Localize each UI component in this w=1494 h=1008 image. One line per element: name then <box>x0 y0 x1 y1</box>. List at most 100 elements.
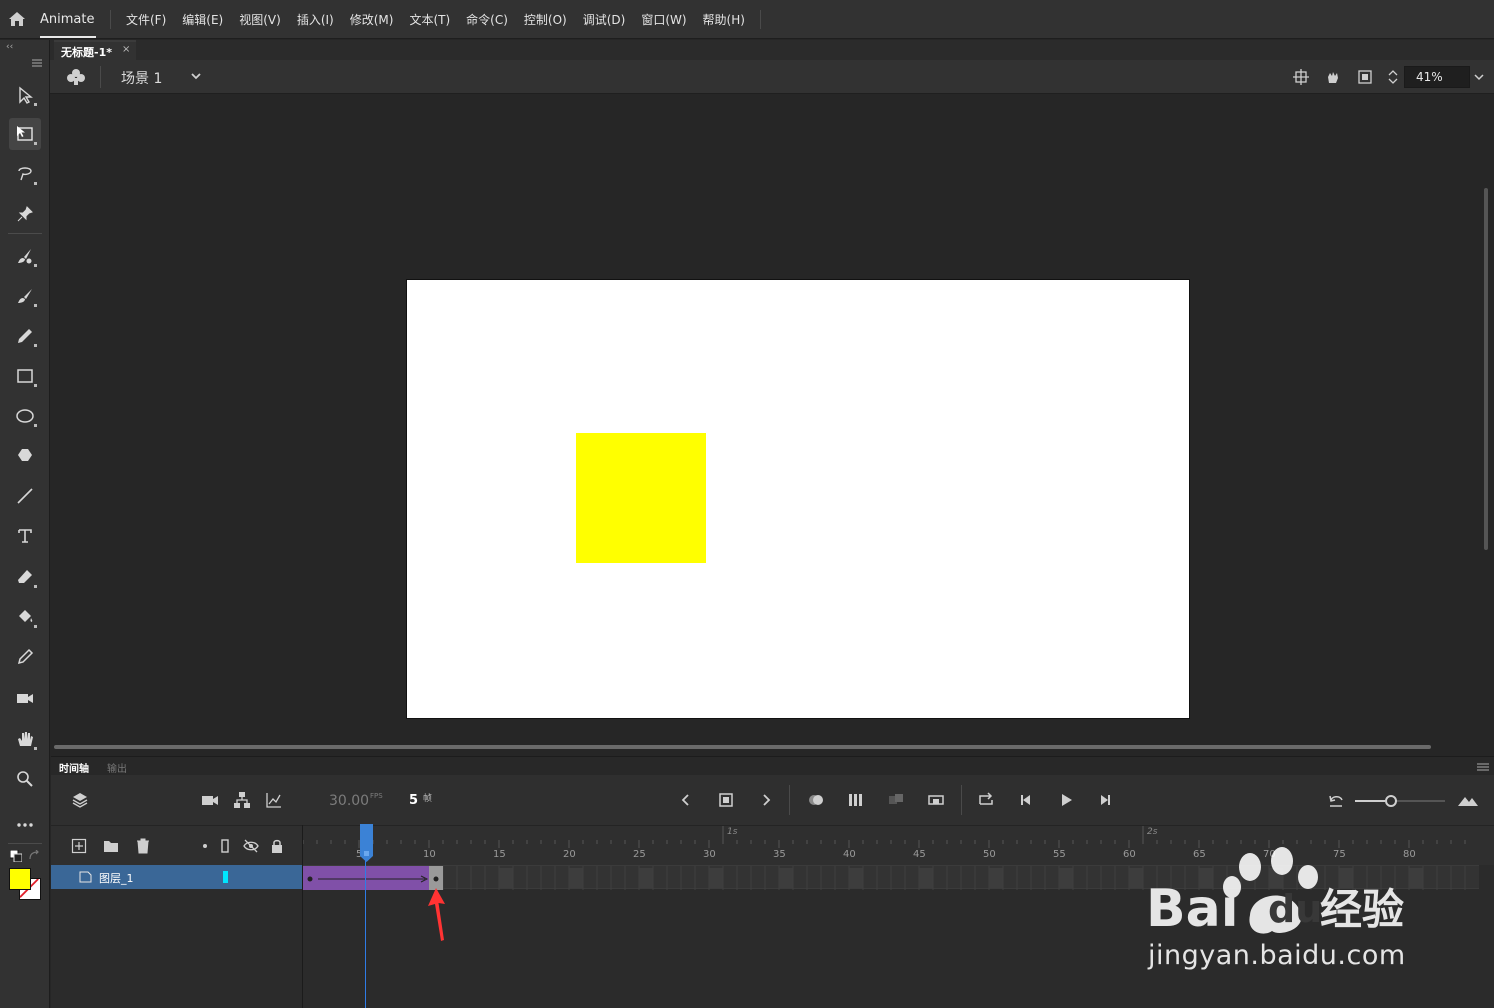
camera-tool[interactable] <box>9 682 41 714</box>
default-colors-icon[interactable] <box>9 849 23 863</box>
selection-tool[interactable] <box>9 79 41 111</box>
scene-bar: 场景 1 41% <box>50 60 1494 94</box>
zoom-input[interactable]: 41% <box>1404 66 1470 88</box>
layer-name[interactable]: 图层_1 <box>99 870 134 886</box>
lock-icon[interactable] <box>269 838 285 854</box>
menu-file[interactable]: 文件(F) <box>118 11 174 28</box>
yellow-rectangle-shape[interactable] <box>576 433 706 563</box>
paint-bucket-tool[interactable] <box>9 601 41 633</box>
text-tool[interactable] <box>9 520 41 552</box>
rectangle-tool[interactable] <box>9 360 41 392</box>
reset-zoom-icon[interactable] <box>1327 791 1345 809</box>
frame-cell-marker <box>499 868 513 888</box>
line-tool[interactable] <box>9 480 41 512</box>
document-tab[interactable]: 无标题-1* × <box>54 40 136 60</box>
outline-toggle-icon[interactable] <box>217 838 233 854</box>
zoom-stepper-icon[interactable] <box>1387 69 1399 85</box>
layers-icon[interactable] <box>71 791 89 809</box>
home-icon[interactable] <box>6 8 28 30</box>
polystar-tool[interactable] <box>9 439 41 471</box>
graph-icon[interactable] <box>265 791 283 809</box>
menu-insert[interactable]: 插入(I) <box>289 11 342 28</box>
tab-output[interactable]: 输出 <box>107 760 127 775</box>
hand-tool[interactable] <box>9 723 41 755</box>
swap-colors-icon[interactable] <box>28 849 40 862</box>
play-icon[interactable] <box>1057 791 1075 809</box>
eyedropper-tool[interactable] <box>9 641 41 673</box>
frame-cell-marker <box>779 868 793 888</box>
paint-brush-tool[interactable] <box>9 280 41 312</box>
center-frame-icon[interactable] <box>887 791 905 809</box>
layer-color-tag[interactable] <box>223 871 228 883</box>
mountains-icon[interactable] <box>1457 791 1479 809</box>
horizontal-scrollbar[interactable] <box>54 745 1431 749</box>
vertical-scrollbar[interactable] <box>1484 188 1488 550</box>
playhead-handle[interactable] <box>359 824 374 862</box>
step-forward-icon[interactable] <box>1096 791 1114 809</box>
text-t-icon <box>18 529 32 543</box>
free-transform-tool[interactable] <box>9 118 41 150</box>
app-name-tab[interactable]: Animate <box>40 12 94 27</box>
watermark-url: jingyan.baidu.com <box>1148 940 1406 971</box>
chevron-down-icon[interactable] <box>190 70 202 82</box>
clip-stage-icon[interactable] <box>1357 69 1373 85</box>
menu-text[interactable]: 文本(T) <box>401 11 458 28</box>
panel-menu-icon[interactable] <box>1477 761 1489 771</box>
loop-icon[interactable] <box>927 791 945 809</box>
chevron-down-icon[interactable] <box>1470 66 1488 88</box>
menu-help[interactable]: 帮助(H) <box>695 11 753 28</box>
zoom-tool[interactable] <box>9 763 41 795</box>
more-tools-button[interactable] <box>9 809 41 841</box>
rotate-hand-icon[interactable] <box>1325 69 1341 85</box>
current-frame-value[interactable]: 5 <box>409 793 418 808</box>
visibility-icon[interactable] <box>243 838 259 854</box>
prev-keyframe-icon[interactable] <box>677 791 695 809</box>
menu-debug[interactable]: 调试(D) <box>575 11 634 28</box>
close-icon[interactable]: × <box>122 44 130 55</box>
edit-multiple-frames-icon[interactable] <box>847 791 865 809</box>
tab-timeline[interactable]: 时间轴 <box>59 760 89 775</box>
slider-thumb[interactable] <box>1385 795 1397 807</box>
menu-items: 文件(F) 编辑(E) 视图(V) 插入(I) 修改(M) 文本(T) 命令(C… <box>118 0 753 39</box>
menu-control[interactable]: 控制(O) <box>516 11 575 28</box>
second-marker-label: 2s <box>1147 827 1158 837</box>
onion-skin-icon[interactable] <box>807 791 825 809</box>
insert-keyframe-icon[interactable] <box>717 791 735 809</box>
menu-modify[interactable]: 修改(M) <box>342 11 402 28</box>
collapse-icon[interactable]: ‹‹ <box>6 42 13 52</box>
trash-icon[interactable] <box>135 838 151 854</box>
step-back-icon[interactable] <box>1017 791 1035 809</box>
pin-tool[interactable] <box>9 198 41 230</box>
fps-value[interactable]: 30.00 <box>329 793 369 809</box>
layer-row[interactable]: 图层_1 <box>51 865 302 889</box>
menu-bar: Animate 文件(F) 编辑(E) 视图(V) 插入(I) 修改(M) 文本… <box>0 0 1494 39</box>
watermark-brand-du: du <box>1268 887 1323 931</box>
ruler-frame-label: 60 <box>1123 849 1136 860</box>
fill-color-swatch[interactable] <box>9 868 31 890</box>
fluid-brush-tool[interactable] <box>9 240 41 272</box>
layer-parenting-icon[interactable] <box>233 791 251 809</box>
next-keyframe-icon[interactable] <box>757 791 775 809</box>
add-layer-icon[interactable] <box>71 838 87 854</box>
repeat-icon[interactable] <box>977 791 995 809</box>
menu-view[interactable]: 视图(V) <box>231 11 289 28</box>
lasso-icon <box>18 167 32 181</box>
highlight-dot-icon[interactable] <box>197 838 213 854</box>
layer-page-icon <box>79 871 92 883</box>
line-icon <box>17 488 33 504</box>
scene-icon[interactable] <box>66 68 86 86</box>
oval-tool[interactable] <box>9 400 41 432</box>
menu-window[interactable]: 窗口(W) <box>633 11 694 28</box>
folder-icon[interactable] <box>103 838 119 854</box>
timeline-controls: 30.00 FPS 5 帧 <box>51 775 1494 825</box>
snap-center-icon[interactable] <box>1293 69 1309 85</box>
menu-commands[interactable]: 命令(C) <box>458 11 516 28</box>
eraser-tool[interactable] <box>9 561 41 593</box>
lasso-tool[interactable] <box>9 158 41 190</box>
stage[interactable] <box>406 279 1190 719</box>
timeline-tabs: 时间轴 输出 <box>51 757 1494 775</box>
menu-edit[interactable]: 编辑(E) <box>174 11 231 28</box>
panel-menu-icon[interactable] <box>32 56 42 67</box>
camera-icon[interactable] <box>201 791 219 809</box>
pencil-tool[interactable] <box>9 320 41 352</box>
